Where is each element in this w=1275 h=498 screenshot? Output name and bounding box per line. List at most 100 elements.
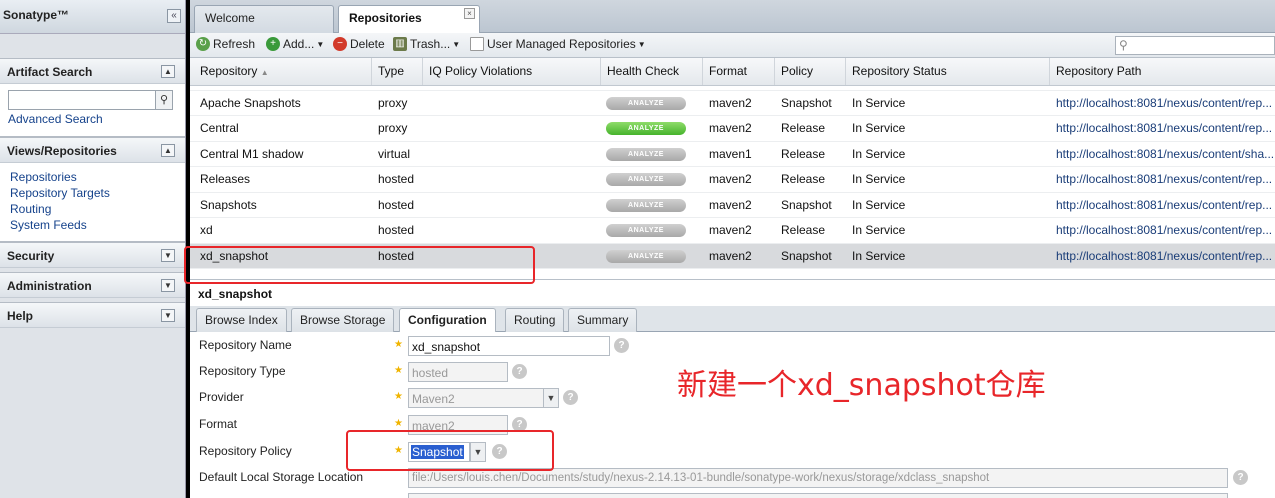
column-iq-policy[interactable]: IQ Policy Violations <box>423 58 601 85</box>
collapse-up-icon[interactable]: ▲ <box>161 144 175 157</box>
tab-repositories[interactable]: Repositories × <box>338 5 480 33</box>
column-repository-label: Repository <box>200 64 258 78</box>
tab-browse-storage[interactable]: Browse Storage <box>291 308 395 332</box>
cell-name: Apache Snapshots <box>200 95 301 110</box>
analyze-button[interactable]: ANALYZE <box>606 96 686 110</box>
close-icon[interactable]: × <box>464 8 475 19</box>
trash-label: Trash... <box>410 37 451 51</box>
table-row[interactable]: Releases hosted maven2 Release In Service htt… <box>190 167 1275 193</box>
tab-welcome-label: Welcome <box>205 11 255 25</box>
dropdown-arrow-icon: ▼ <box>637 39 646 49</box>
highlight-box-row <box>184 246 535 284</box>
column-repository[interactable]: Repository ▲ <box>194 58 372 85</box>
configuration-form: Repository Name ★ xd_snapshot ? Reposito… <box>190 333 1275 498</box>
cell-name: Releases <box>200 172 251 186</box>
column-repository-path[interactable]: Repository Path <box>1050 58 1275 85</box>
cell-path[interactable]: http://localhost:8081/nexus/content/rep.… <box>1056 223 1275 237</box>
trash-icon: ▥ <box>393 37 407 51</box>
help-icon[interactable]: ? <box>614 338 629 353</box>
delete-button[interactable]: − Delete <box>333 37 385 51</box>
collapse-sidebar-button[interactable]: « <box>167 9 181 23</box>
administration-title: Administration <box>7 279 92 293</box>
column-health-check[interactable]: Health Check <box>601 58 703 85</box>
search-icon[interactable]: ⚲ <box>156 90 173 110</box>
table-row[interactable]: Apache Snapshots proxy maven2 Snapshot In Se… <box>190 90 1275 116</box>
artifact-search-header[interactable]: Artifact Search ▲ <box>0 58 185 84</box>
tab-routing[interactable]: Routing <box>505 308 565 332</box>
cell-format: maven2 <box>709 248 752 263</box>
dropdown-arrow-icon: ▼ <box>316 39 325 49</box>
cell-status: In Service <box>852 223 906 237</box>
tab-welcome[interactable]: Welcome <box>194 5 334 33</box>
cell-format: maven1 <box>709 146 752 161</box>
tab-summary[interactable]: Summary <box>568 308 638 332</box>
add-button[interactable]: + Add... ▼ <box>266 37 324 51</box>
cell-path[interactable]: http://localhost:8081/nexus/content/rep.… <box>1056 121 1275 135</box>
chevron-down-icon: ▼ <box>543 388 559 408</box>
cell-path[interactable]: http://localhost:8081/nexus/content/rep.… <box>1056 96 1275 110</box>
tab-configuration[interactable]: Configuration <box>399 308 496 332</box>
table-row[interactable]: Snapshots hosted maven2 Snapshot In Service h… <box>190 192 1275 218</box>
table-row[interactable]: xd hosted maven2 Release In Service http://lo… <box>190 218 1275 244</box>
table-row[interactable]: Central proxy maven2 Release In Service http:… <box>190 116 1275 142</box>
tab-strip: Welcome Repositories × <box>190 0 1275 33</box>
cell-status: In Service <box>852 197 906 212</box>
required-star-icon: ★ <box>394 391 403 402</box>
column-type[interactable]: Type <box>372 58 423 85</box>
sidebar-item-repository-targets[interactable]: Repository Targets <box>10 185 175 201</box>
trash-button[interactable]: ▥ Trash... ▼ <box>393 37 460 51</box>
cell-path[interactable]: http://localhost:8081/nexus/content/sha.… <box>1056 147 1275 161</box>
sidebar-item-repositories[interactable]: Repositories <box>10 169 175 185</box>
repo-type-label: Repository Type <box>199 364 286 378</box>
column-format[interactable]: Format <box>703 58 775 85</box>
add-icon: + <box>266 37 280 51</box>
cell-status: In Service <box>852 121 906 135</box>
help-header[interactable]: Help ▼ <box>0 302 185 328</box>
table-row[interactable]: Central M1 shadow virtual maven1 Release In … <box>190 141 1275 167</box>
expand-down-icon[interactable]: ▼ <box>161 279 175 292</box>
column-repository-status[interactable]: Repository Status <box>846 58 1050 85</box>
column-status-label: Repository Status <box>852 64 947 78</box>
collapse-up-icon[interactable]: ▲ <box>161 65 175 78</box>
help-icon[interactable]: ? <box>1233 470 1248 485</box>
security-header[interactable]: Security ▼ <box>0 242 185 268</box>
provider-label: Provider <box>199 390 244 404</box>
expand-down-icon[interactable]: ▼ <box>161 309 175 322</box>
administration-header[interactable]: Administration ▼ <box>0 272 185 298</box>
column-type-label: Type <box>378 64 405 78</box>
grid-search-input[interactable]: ⚲ <box>1115 36 1275 55</box>
sidebar-item-system-feeds[interactable]: System Feeds <box>10 217 175 233</box>
cell-path[interactable]: http://localhost:8081/nexus/content/rep.… <box>1056 249 1275 263</box>
analyze-button[interactable]: ANALYZE <box>606 122 686 135</box>
help-icon[interactable]: ? <box>563 390 578 405</box>
artifact-search-input[interactable] <box>8 90 156 110</box>
analyze-button[interactable]: ANALYZE <box>606 173 686 186</box>
cell-policy: Release <box>781 223 826 237</box>
column-policy[interactable]: Policy <box>775 58 846 85</box>
help-icon[interactable]: ? <box>512 364 527 379</box>
tab-browse-index[interactable]: Browse Index <box>196 308 287 332</box>
expand-down-icon[interactable]: ▼ <box>161 249 175 262</box>
column-path-label: Repository Path <box>1056 64 1142 78</box>
provider-select: Maven2 <box>408 388 544 408</box>
analyze-button[interactable]: ANALYZE <box>606 224 686 237</box>
brand-bar: Sonatype™ « <box>0 0 185 34</box>
repo-name-field[interactable]: xd_snapshot <box>408 336 610 356</box>
advanced-search-link[interactable]: Advanced Search <box>8 111 177 127</box>
refresh-button[interactable]: ↻ Refresh <box>196 37 255 51</box>
views-repositories-header[interactable]: Views/Repositories ▲ <box>0 137 185 163</box>
user-managed-repositories-button[interactable]: User Managed Repositories ▼ <box>470 37 646 51</box>
cell-path[interactable]: http://localhost:8081/nexus/content/rep.… <box>1056 172 1275 186</box>
toolbar: ↻ Refresh + Add... ▼ − Delete ▥ Trash...… <box>190 33 1275 58</box>
analyze-button[interactable]: ANALYZE <box>606 147 686 161</box>
analyze-button[interactable]: ANALYZE <box>606 249 686 263</box>
analyze-button[interactable]: ANALYZE <box>606 198 686 212</box>
cell-path[interactable]: http://localhost:8081/nexus/content/rep.… <box>1056 198 1275 212</box>
help-title: Help <box>7 309 34 323</box>
user-managed-label: User Managed Repositories <box>487 37 636 51</box>
cell-status: In Service <box>852 248 906 263</box>
document-icon <box>470 37 484 51</box>
sidebar-item-routing[interactable]: Routing <box>10 201 175 217</box>
artifact-search-panel: Artifact Search ▲ ⚲ Advanced Search <box>0 58 185 137</box>
dropdown-arrow-icon: ▼ <box>452 39 461 49</box>
